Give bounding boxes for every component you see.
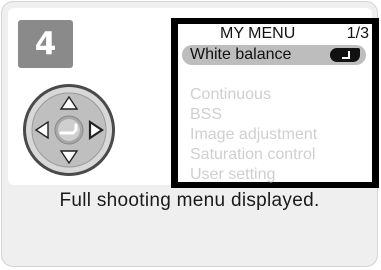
menu-item-label: Saturation control — [190, 146, 316, 163]
monitor-display: MY MENU 1/3 White balance Metering Conti… — [178, 24, 372, 183]
menu-item-image-adjustment[interactable]: Image adjustment — [186, 125, 368, 145]
camera-monitor: MY MENU 1/3 White balance Metering Conti… — [171, 18, 379, 188]
illustration-panel: 4 MY MENU 1/3 White balance Metering Con… — [8, 8, 379, 188]
menu-item-metering[interactable]: Metering — [186, 65, 368, 85]
menu-item-user-setting[interactable]: User setting — [186, 165, 368, 185]
step-badge: 4 — [18, 20, 73, 68]
menu-item-saturation-control[interactable]: Saturation control — [186, 145, 368, 165]
menu-item-label: Image adjustment — [190, 126, 318, 143]
menu-item-continuous[interactable]: Continuous — [186, 85, 368, 105]
menu-header: MY MENU 1/3 — [178, 24, 372, 44]
step-number: 4 — [34, 26, 57, 62]
multi-selector-icon — [23, 84, 115, 176]
menu-item-label: BSS — [190, 106, 223, 123]
caption: Full shooting menu displayed. — [59, 190, 320, 211]
menu-page-indicator: 1/3 — [346, 25, 369, 42]
menu-list: White balance Metering Continuous BSS Im… — [182, 45, 368, 183]
menu-item-label: White balance — [190, 46, 292, 63]
menu-item-label: Metering — [190, 66, 253, 83]
menu-item-label: Continuous — [190, 86, 271, 103]
menu-item-bss[interactable]: BSS — [186, 105, 368, 125]
enter-icon — [330, 48, 360, 62]
ok-button-icon — [54, 115, 84, 145]
menu-title: MY MENU — [220, 25, 296, 42]
menu-item-white-balance[interactable]: White balance — [182, 45, 366, 65]
instruction-card: 4 MY MENU 1/3 White balance Metering Con… — [1, 1, 379, 267]
menu-item-label: User setting — [190, 166, 276, 183]
